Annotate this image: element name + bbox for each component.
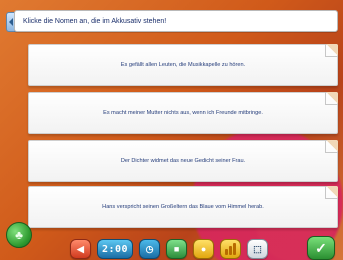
toggle-icon: ⬚ <box>253 243 262 254</box>
check-button[interactable]: ✓ <box>307 236 335 260</box>
sentence-text-2: Es macht meiner Mutter nichts aus, wenn … <box>103 110 263 116</box>
coin-icon: ● <box>200 244 207 254</box>
sentence-card-1[interactable]: Es gefällt allen Leuten, die Musikkapell… <box>28 44 338 86</box>
toggle-button[interactable]: ⬚ <box>247 239 268 259</box>
left-bulb-symbol: ♣ <box>15 228 23 242</box>
stats-bar <box>225 249 229 255</box>
check-icon: ✓ <box>315 239 327 256</box>
timer-display: 2:00 <box>96 239 134 259</box>
stop-button[interactable]: ■ <box>166 239 188 259</box>
clock-icon: ◷ <box>145 243 154 254</box>
sentence-text-1: Es gefällt allen Leuten, die Musikkapell… <box>120 62 246 68</box>
back-icon: ◀ <box>77 243 84 254</box>
sentence-card-2[interactable]: Es macht meiner Mutter nichts aus, wenn … <box>28 92 338 134</box>
bottom-toolbar: ◀ 2:00 ◷ ■ ● ⬚ <box>70 239 268 259</box>
clock-button[interactable]: ◷ <box>139 239 161 259</box>
sentence-card-3[interactable]: Der Dichter widmet das neue Gedicht sein… <box>28 140 338 182</box>
stats-bar <box>233 243 237 255</box>
instruction-bar: Klicke die Nomen an, die im Akkusativ st… <box>14 10 338 32</box>
stop-icon: ■ <box>173 244 180 254</box>
coin-button[interactable]: ● <box>193 239 215 259</box>
timer-text: 2:00 <box>102 243 129 255</box>
back-button[interactable]: ◀ <box>70 239 91 259</box>
stats-bar <box>229 246 233 255</box>
sentence-text-3: Der Dichter widmet das neue Gedicht sein… <box>120 158 246 164</box>
sentence-text-4: Hans verspricht seinen Großeltern das Bl… <box>102 204 264 210</box>
left-bulb-icon[interactable]: ♣ <box>6 222 32 248</box>
sentence-card-4[interactable]: Hans verspricht seinen Großeltern das Bl… <box>28 186 338 228</box>
instruction-text: Klicke die Nomen an, die im Akkusativ st… <box>23 17 167 25</box>
stats-button[interactable] <box>220 239 241 259</box>
